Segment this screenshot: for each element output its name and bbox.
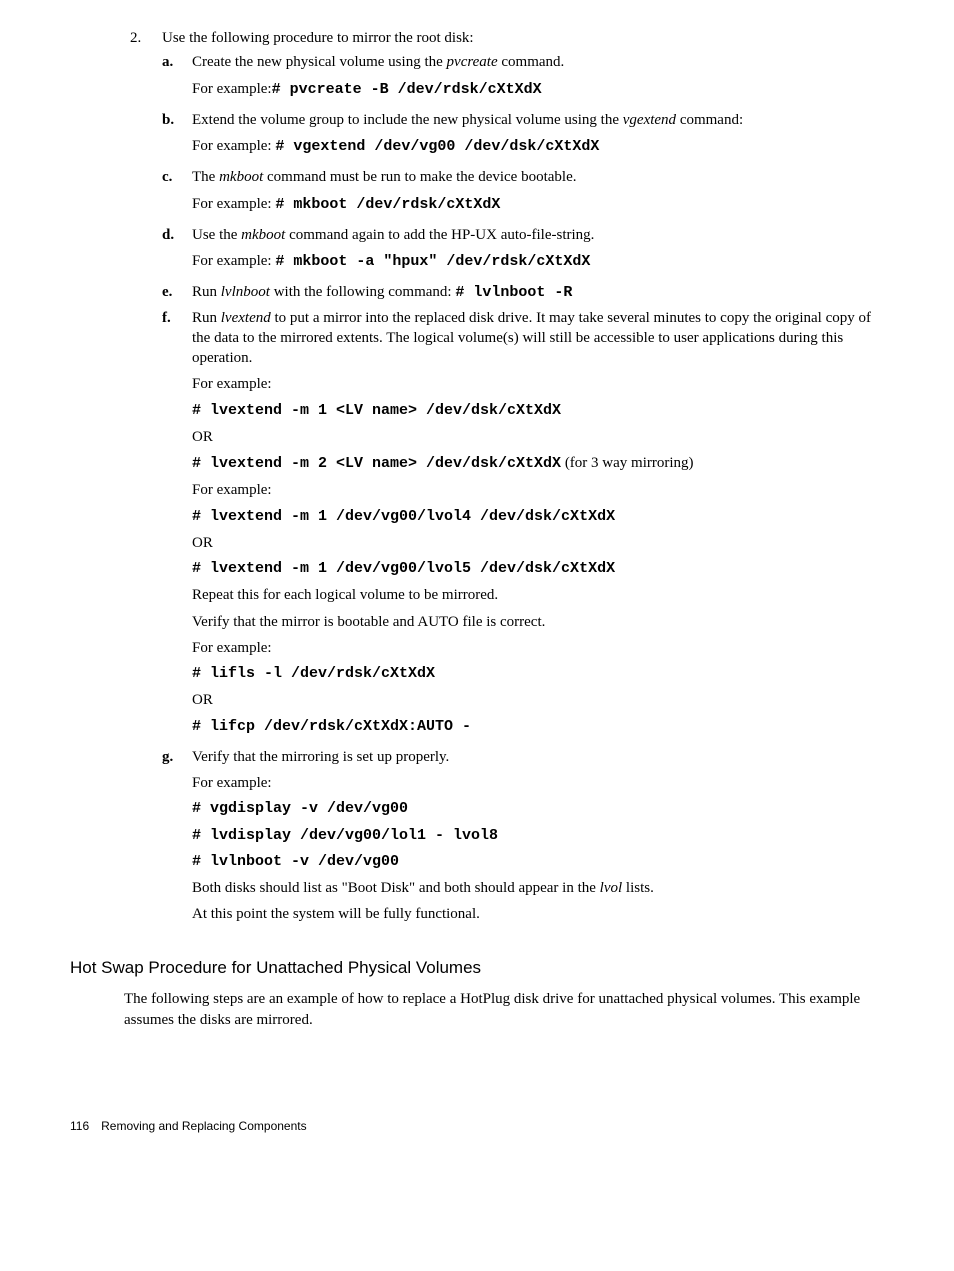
text-line: OR — [192, 690, 884, 710]
code: # mkboot /dev/rdsk/cXtXdX — [275, 196, 500, 213]
example-line: For example: # vgextend /dev/vg00 /dev/d… — [192, 136, 884, 157]
substep-label: g. — [162, 747, 192, 931]
italic-term: lvol — [600, 880, 623, 896]
code: # mkboot -a "hpux" /dev/rdsk/cXtXdX — [275, 253, 590, 270]
text: Run — [192, 310, 221, 326]
substep-label: c. — [162, 167, 192, 221]
code: # vgextend /dev/vg00 /dev/dsk/cXtXdX — [275, 138, 599, 155]
text-line: For example: — [192, 480, 884, 500]
text: with the following command: — [270, 284, 455, 300]
text-line: For example: — [192, 773, 884, 793]
substep-label: a. — [162, 52, 192, 106]
text-line: Create the new physical volume using the… — [192, 52, 884, 72]
text: (for 3 way mirroring) — [561, 455, 693, 471]
text: Both disks should list as "Boot Disk" an… — [192, 880, 600, 896]
text-line: Both disks should list as "Boot Disk" an… — [192, 878, 884, 898]
chapter-title: Removing and Replacing Components — [101, 1119, 306, 1133]
text: For example: — [192, 196, 275, 212]
substep-body: Create the new physical volume using the… — [192, 52, 884, 106]
example-line: For example: # mkboot /dev/rdsk/cXtXdX — [192, 194, 884, 215]
text-line: Run lvextend to put a mirror into the re… — [192, 308, 884, 369]
substep-f: f. Run lvextend to put a mirror into the… — [162, 308, 884, 743]
text: command must be run to make the device b… — [263, 169, 576, 185]
step-2: 2. Use the following procedure to mirror… — [124, 28, 884, 931]
text-line: Repeat this for each logical volume to b… — [192, 585, 884, 605]
substep-body: Verify that the mirroring is set up prop… — [192, 747, 884, 931]
text-line: Extend the volume group to include the n… — [192, 110, 884, 130]
substep-b: b. Extend the volume group to include th… — [162, 110, 884, 164]
substep-body: The mkboot command must be run to make t… — [192, 167, 884, 221]
substep-label: e. — [162, 282, 192, 303]
command-name: pvcreate — [447, 54, 498, 70]
text: Run — [192, 284, 221, 300]
substep-e: e. Run lvlnboot with the following comma… — [162, 282, 884, 303]
code-line: # lvextend -m 1 /dev/vg00/lvol5 /dev/dsk… — [192, 559, 884, 579]
command-name: lvextend — [221, 310, 271, 326]
command-name: mkboot — [219, 169, 263, 185]
code-line: # vgdisplay -v /dev/vg00 — [192, 799, 884, 819]
code-line: # lifls -l /dev/rdsk/cXtXdX — [192, 664, 884, 684]
code-line: # lvlnboot -v /dev/vg00 — [192, 852, 884, 872]
code-line: # lifcp /dev/rdsk/cXtXdX:AUTO - — [192, 717, 884, 737]
code-line: # lvextend -m 1 /dev/vg00/lvol4 /dev/dsk… — [192, 507, 884, 527]
text: lists. — [622, 880, 654, 896]
substep-label: b. — [162, 110, 192, 164]
substep-d: d. Use the mkboot command again to add t… — [162, 225, 884, 279]
text: command: — [676, 112, 743, 128]
text: to put a mirror into the replaced disk d… — [192, 310, 871, 367]
substep-g: g. Verify that the mirroring is set up p… — [162, 747, 884, 931]
substep-body: Run lvextend to put a mirror into the re… — [192, 308, 884, 743]
text: Create the new physical volume using the — [192, 54, 447, 70]
text: Extend the volume group to include the n… — [192, 112, 623, 128]
code-line: # lvdisplay /dev/vg00/lol1 - lvol8 — [192, 826, 884, 846]
text: command. — [498, 54, 565, 70]
text-line: Run lvlnboot with the following command:… — [192, 282, 884, 303]
text-line: OR — [192, 427, 884, 447]
text-line: For example: — [192, 374, 884, 394]
substep-body: Run lvlnboot with the following command:… — [192, 282, 884, 303]
text: The — [192, 169, 219, 185]
code: # lvextend -m 2 <LV name> /dev/dsk/cXtXd… — [192, 455, 561, 472]
substep-label: d. — [162, 225, 192, 279]
code-line: # lvextend -m 2 <LV name> /dev/dsk/cXtXd… — [192, 453, 884, 474]
page-footer: 116 Removing and Replacing Components — [70, 1118, 307, 1134]
command-name: lvlnboot — [221, 284, 270, 300]
code: # pvcreate -B /dev/rdsk/cXtXdX — [272, 81, 542, 98]
command-name: vgextend — [623, 112, 676, 128]
code: # lvlnboot -R — [455, 284, 572, 301]
text-line: Verify that the mirroring is set up prop… — [192, 747, 884, 767]
section-heading: Hot Swap Procedure for Unattached Physic… — [70, 957, 884, 980]
page: 2. Use the following procedure to mirror… — [0, 0, 954, 1160]
example-line: For example:# pvcreate -B /dev/rdsk/cXtX… — [192, 79, 884, 100]
substep-body: Use the mkboot command again to add the … — [192, 225, 884, 279]
text-line: Use the mkboot command again to add the … — [192, 225, 884, 245]
text: Use the — [192, 227, 241, 243]
example-line: For example: # mkboot -a "hpux" /dev/rds… — [192, 251, 884, 272]
text: For example: — [192, 138, 275, 154]
text-line: At this point the system will be fully f… — [192, 904, 884, 924]
text-line: The mkboot command must be run to make t… — [192, 167, 884, 187]
step-intro: Use the following procedure to mirror th… — [162, 28, 884, 48]
text: command again to add the HP-UX auto-file… — [285, 227, 594, 243]
command-name: mkboot — [241, 227, 285, 243]
substep-body: Extend the volume group to include the n… — [192, 110, 884, 164]
step-body: Use the following procedure to mirror th… — [162, 28, 884, 931]
substep-a: a. Create the new physical volume using … — [162, 52, 884, 106]
substep-label: f. — [162, 308, 192, 743]
main-content: 2. Use the following procedure to mirror… — [124, 28, 884, 1030]
substep-c: c. The mkboot command must be run to mak… — [162, 167, 884, 221]
code-line: # lvextend -m 1 <LV name> /dev/dsk/cXtXd… — [192, 401, 884, 421]
step-number: 2. — [124, 28, 162, 931]
page-number: 116 — [70, 1119, 89, 1133]
text: For example: — [192, 81, 272, 97]
text-line: For example: — [192, 638, 884, 658]
text-line: Verify that the mirror is bootable and A… — [192, 612, 884, 632]
text-line: OR — [192, 533, 884, 553]
text: For example: — [192, 253, 275, 269]
section-paragraph: The following steps are an example of ho… — [124, 989, 884, 1030]
